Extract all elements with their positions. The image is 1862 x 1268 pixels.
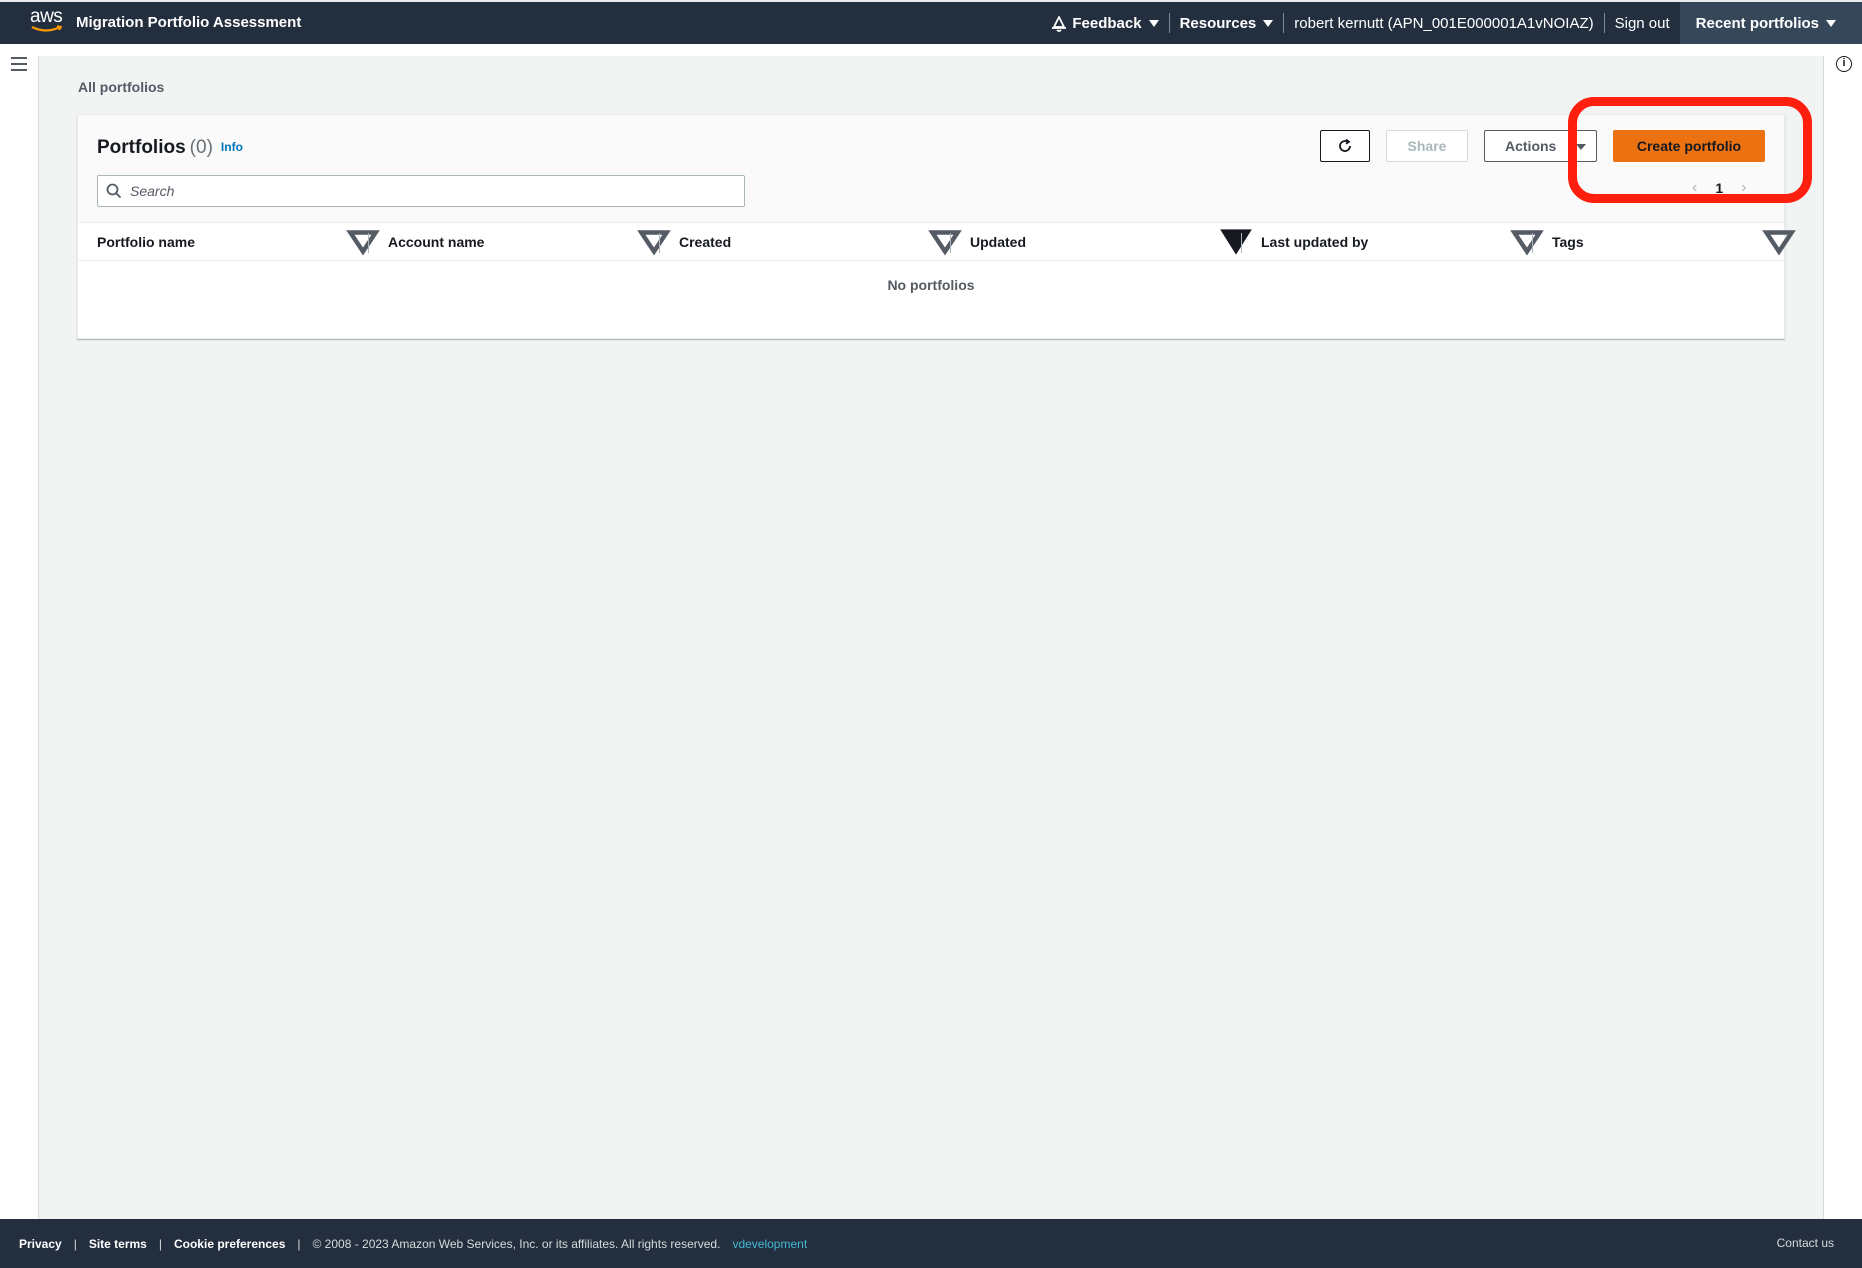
- user-account[interactable]: robert kernutt (APN_001E000001A1vNOIAZ): [1284, 2, 1603, 44]
- sort-icon[interactable]: [344, 223, 382, 261]
- current-page-number[interactable]: 1: [1715, 180, 1723, 196]
- portfolios-title: Portfolios: [97, 137, 186, 158]
- resources-label: Resources: [1179, 14, 1257, 32]
- column-divider[interactable]: [1532, 233, 1533, 253]
- column-header-label: Created: [679, 234, 732, 250]
- previous-page-icon[interactable]: ‹: [1692, 179, 1697, 197]
- footer-divider: |: [73, 1236, 77, 1251]
- refresh-button[interactable]: [1320, 130, 1370, 162]
- actions-dropdown-button[interactable]: Actions: [1484, 130, 1597, 162]
- table-header-panel: Portfolios(0) Info Share Actions: [78, 115, 1784, 223]
- next-page-icon[interactable]: ›: [1741, 179, 1746, 197]
- share-button[interactable]: Share: [1386, 130, 1468, 162]
- footer: Privacy | Site terms | Cookie preference…: [0, 1219, 1862, 1268]
- column-header-label: Portfolio name: [97, 234, 196, 250]
- column-header-label: Tags: [1552, 234, 1584, 250]
- copyright-text: © 2008 - 2023 Amazon Web Services, Inc. …: [312, 1236, 721, 1251]
- resources-menu[interactable]: Resources: [1170, 2, 1284, 44]
- breadcrumb: All portfolios: [78, 79, 165, 95]
- column-header-created[interactable]: Created: [679, 223, 731, 261]
- sort-icon[interactable]: [926, 223, 964, 261]
- search-box: [97, 175, 745, 207]
- feedback-label: Feedback: [1072, 14, 1142, 32]
- refresh-icon: [1339, 138, 1351, 152]
- app-title[interactable]: Migration Portfolio Assessment: [76, 14, 301, 31]
- column-header-portfolio-name[interactable]: Portfolio name: [97, 223, 195, 261]
- privacy-link[interactable]: Privacy: [19, 1237, 62, 1251]
- footer-divider: |: [158, 1236, 162, 1251]
- caret-down-icon: [1148, 19, 1159, 27]
- top-navigation: aws Migration Portfolio Assessment Feedb…: [0, 0, 1862, 44]
- cookie-preferences-link[interactable]: Cookie preferences: [174, 1237, 285, 1251]
- pagination: ‹ 1 ›: [1692, 178, 1746, 198]
- aws-logo-text: aws: [30, 6, 63, 27]
- column-header-updated[interactable]: Updated: [970, 223, 1026, 261]
- column-header-label: Last updated by: [1261, 234, 1369, 250]
- sort-descending-icon[interactable]: [1217, 223, 1255, 261]
- create-portfolio-button[interactable]: Create portfolio: [1613, 130, 1765, 162]
- column-header-tags[interactable]: Tags: [1552, 223, 1584, 261]
- info-link[interactable]: Info: [221, 140, 243, 154]
- portfolios-table-container: Portfolios(0) Info Share Actions: [77, 114, 1796, 339]
- column-header-label: Account name: [388, 234, 485, 250]
- search-icon: [106, 183, 122, 199]
- search-input[interactable]: [130, 176, 730, 206]
- column-divider[interactable]: [950, 233, 951, 253]
- column-header-last-updated-by[interactable]: Last updated by: [1261, 223, 1368, 261]
- contact-us-link[interactable]: Contact us: [1777, 1236, 1834, 1250]
- sort-icon[interactable]: [1760, 223, 1798, 261]
- environment-label: vdevelopment: [732, 1236, 808, 1251]
- recent-portfolios-label: Recent portfolios: [1695, 14, 1819, 32]
- actions-label: Actions: [1505, 138, 1557, 154]
- feedback-menu[interactable]: Feedback: [1062, 2, 1168, 44]
- main-content: All portfolios Portfolios(0) Info Share: [38, 56, 1824, 1219]
- help-panel-info-icon[interactable]: i: [1836, 56, 1852, 72]
- recent-portfolios-menu[interactable]: Recent portfolios: [1679, 2, 1862, 44]
- caret-down-icon: [1826, 19, 1836, 27]
- column-header-account-name[interactable]: Account name: [388, 223, 484, 261]
- table-header-row: Portfolio name Account name Created Upda…: [78, 223, 1796, 261]
- column-divider[interactable]: [659, 233, 660, 253]
- caret-down-icon: [1263, 19, 1274, 27]
- sort-icon[interactable]: [1508, 223, 1546, 261]
- column-header-label: Updated: [970, 234, 1026, 250]
- navigation-menu-icon[interactable]: [11, 57, 27, 71]
- aws-logo[interactable]: aws: [30, 7, 66, 37]
- column-divider[interactable]: [368, 233, 369, 253]
- portfolio-count: (0): [189, 137, 213, 158]
- page-title: Portfolios (0) Info: [97, 137, 243, 159]
- sign-out-link[interactable]: Sign out: [1605, 2, 1680, 44]
- empty-state-message: No portfolios: [887, 277, 975, 293]
- column-divider[interactable]: [1241, 233, 1242, 253]
- sort-icon[interactable]: [635, 223, 673, 261]
- caret-down-icon: [1576, 144, 1586, 150]
- site-terms-link[interactable]: Site terms: [89, 1237, 147, 1251]
- nav-utilities: Feedback Resources robert kernutt (APN_0…: [1062, 2, 1862, 44]
- footer-divider: |: [297, 1236, 301, 1251]
